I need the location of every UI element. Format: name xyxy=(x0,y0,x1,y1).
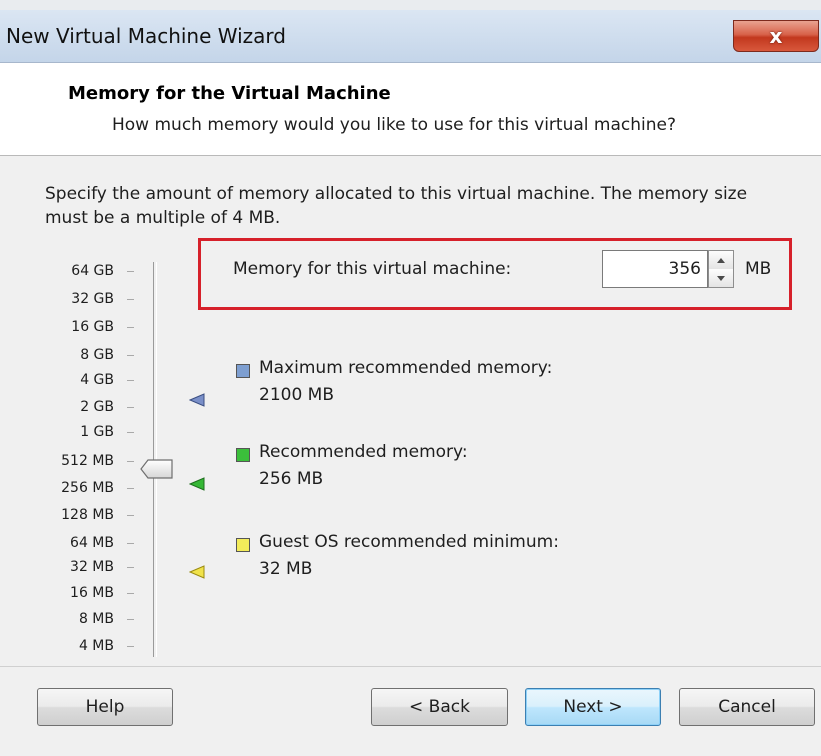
scale-label: 1 GB xyxy=(80,424,114,440)
close-icon: x xyxy=(769,24,783,48)
close-button[interactable]: x xyxy=(733,20,819,52)
scale-tick xyxy=(127,567,134,568)
stepper-up-button[interactable] xyxy=(709,251,733,270)
max-recommended-label: Maximum recommended memory: xyxy=(259,358,553,378)
help-button[interactable]: Help xyxy=(37,688,173,726)
guest-minimum-value: 32 MB xyxy=(259,559,313,579)
scale-label: 512 MB xyxy=(61,453,114,469)
scale-tick xyxy=(127,299,134,300)
scale-tick xyxy=(127,646,134,647)
memory-input[interactable] xyxy=(602,250,708,288)
scale-tick xyxy=(127,407,134,408)
page-subtitle: How much memory would you like to use fo… xyxy=(112,115,676,135)
scale-label: 128 MB xyxy=(61,507,114,523)
scale-label: 8 GB xyxy=(80,347,114,363)
guest-minimum-marker-icon xyxy=(189,565,205,579)
description-text: Specify the amount of memory allocated t… xyxy=(45,184,748,228)
scale-label: 64 MB xyxy=(70,535,114,551)
scale-tick xyxy=(127,619,134,620)
recommended-marker-icon xyxy=(189,477,205,491)
scale-label: 16 MB xyxy=(70,585,114,601)
guest-minimum-label: Guest OS recommended minimum: xyxy=(259,532,559,552)
memory-stepper[interactable] xyxy=(708,250,734,288)
stepper-down-button[interactable] xyxy=(709,269,733,287)
max-recommended-swatch xyxy=(236,364,250,378)
scale-label: 8 MB xyxy=(78,611,114,627)
scale-tick xyxy=(127,515,134,516)
cancel-button[interactable]: Cancel xyxy=(679,688,815,726)
back-button[interactable]: < Back xyxy=(371,688,508,726)
scale-tick xyxy=(127,543,134,544)
memory-slider-thumb[interactable] xyxy=(140,458,174,480)
window-title: New Virtual Machine Wizard xyxy=(6,24,286,48)
scale-label: 32 GB xyxy=(71,291,114,307)
next-button[interactable]: Next > xyxy=(525,688,661,726)
guest-minimum-swatch xyxy=(236,538,250,552)
page-title: Memory for the Virtual Machine xyxy=(68,83,391,104)
scale-tick xyxy=(127,488,134,489)
memory-unit: MB xyxy=(745,259,772,279)
background-strip xyxy=(0,0,821,10)
scale-tick xyxy=(127,380,134,381)
scale-tick xyxy=(127,271,134,272)
recommended-value: 256 MB xyxy=(259,469,324,489)
wizard-footer: Help < Back Next > Cancel xyxy=(0,666,821,756)
scale-label: 256 MB xyxy=(61,480,114,496)
scale-label: 64 GB xyxy=(71,263,114,279)
scale-tick xyxy=(127,355,134,356)
title-bar: New Virtual Machine Wizard x xyxy=(0,10,821,63)
max-recommended-value: 2100 MB xyxy=(259,385,334,405)
scale-tick xyxy=(127,432,134,433)
scale-label: 2 GB xyxy=(80,399,114,415)
scale-label: 4 GB xyxy=(80,372,114,388)
chevron-up-icon xyxy=(717,257,725,263)
chevron-down-icon xyxy=(717,275,725,281)
scale-label: 16 GB xyxy=(71,319,114,335)
scale-tick xyxy=(127,461,134,462)
wizard-body: Specify the amount of memory allocated t… xyxy=(0,156,821,666)
scale-label: 32 MB xyxy=(70,559,114,575)
scale-tick xyxy=(127,327,134,328)
recommended-swatch xyxy=(236,448,250,462)
max-recommended-marker-icon xyxy=(189,393,205,407)
scale-tick xyxy=(127,593,134,594)
wizard-header: Memory for the Virtual Machine How much … xyxy=(0,63,821,156)
recommended-label: Recommended memory: xyxy=(259,442,468,462)
scale-label: 4 MB xyxy=(78,638,114,654)
memory-label: Memory for this virtual machine: xyxy=(233,259,512,279)
